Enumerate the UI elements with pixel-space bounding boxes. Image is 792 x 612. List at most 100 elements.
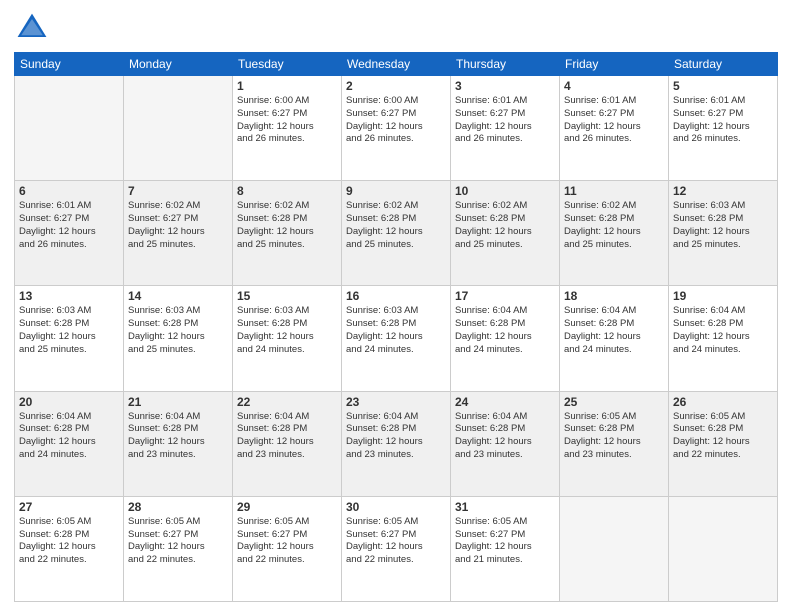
calendar-cell: 22 Sunrise: 6:04 AM Sunset: 6:28 PM Dayli… [233,391,342,496]
day-number: 15 [237,289,337,303]
day-number: 25 [564,395,664,409]
day-info: Sunrise: 6:05 AM Sunset: 6:28 PM Dayligh… [564,411,664,462]
calendar-cell: 30 Sunrise: 6:05 AM Sunset: 6:27 PM Dayli… [342,496,451,601]
day-info: Sunrise: 6:05 AM Sunset: 6:27 PM Dayligh… [346,516,446,567]
day-info: Sunrise: 6:05 AM Sunset: 6:27 PM Dayligh… [237,516,337,567]
calendar-cell [669,496,778,601]
day-number: 5 [673,79,773,93]
day-info: Sunrise: 6:05 AM Sunset: 6:27 PM Dayligh… [455,516,555,567]
calendar-cell: 18 Sunrise: 6:04 AM Sunset: 6:28 PM Dayli… [560,286,669,391]
calendar-cell: 19 Sunrise: 6:04 AM Sunset: 6:28 PM Dayli… [669,286,778,391]
day-info: Sunrise: 6:04 AM Sunset: 6:28 PM Dayligh… [455,305,555,356]
week-row-3: 13Sunrise: 6:03 AM Sunset: 6:28 PM Dayli… [15,286,778,391]
weekday-header-tuesday: Tuesday [233,53,342,76]
day-info: Sunrise: 6:04 AM Sunset: 6:28 PM Dayligh… [346,411,446,462]
day-info: Sunrise: 6:03 AM Sunset: 6:28 PM Dayligh… [673,200,773,251]
weekday-header-friday: Friday [560,53,669,76]
calendar-cell [560,496,669,601]
week-row-4: 20Sunrise: 6:04 AM Sunset: 6:28 PM Dayli… [15,391,778,496]
day-number: 22 [237,395,337,409]
day-info: Sunrise: 6:02 AM Sunset: 6:28 PM Dayligh… [346,200,446,251]
weekday-header-row: SundayMondayTuesdayWednesdayThursdayFrid… [15,53,778,76]
day-info: Sunrise: 6:04 AM Sunset: 6:28 PM Dayligh… [673,305,773,356]
calendar-cell: 15 Sunrise: 6:03 AM Sunset: 6:28 PM Dayli… [233,286,342,391]
day-number: 12 [673,184,773,198]
day-number: 1 [237,79,337,93]
day-info: Sunrise: 6:01 AM Sunset: 6:27 PM Dayligh… [19,200,119,251]
day-number: 29 [237,500,337,514]
calendar-cell: 31Sunrise: 6:05 AM Sunset: 6:27 PM Dayli… [451,496,560,601]
day-number: 30 [346,500,446,514]
calendar-cell [124,76,233,181]
day-info: Sunrise: 6:01 AM Sunset: 6:27 PM Dayligh… [455,95,555,146]
calendar-cell: 13Sunrise: 6:03 AM Sunset: 6:28 PM Dayli… [15,286,124,391]
calendar-cell: 24 Sunrise: 6:04 AM Sunset: 6:28 PM Dayli… [451,391,560,496]
day-number: 23 [346,395,446,409]
day-number: 7 [128,184,228,198]
day-number: 10 [455,184,555,198]
calendar-cell: 16 Sunrise: 6:03 AM Sunset: 6:28 PM Dayli… [342,286,451,391]
calendar-cell: 6 Sunrise: 6:01 AM Sunset: 6:27 PM Daylig… [15,181,124,286]
day-info: Sunrise: 6:01 AM Sunset: 6:27 PM Dayligh… [564,95,664,146]
day-number: 19 [673,289,773,303]
week-row-2: 6 Sunrise: 6:01 AM Sunset: 6:27 PM Daylig… [15,181,778,286]
calendar-table: SundayMondayTuesdayWednesdayThursdayFrid… [14,52,778,602]
day-number: 26 [673,395,773,409]
day-info: Sunrise: 6:04 AM Sunset: 6:28 PM Dayligh… [19,411,119,462]
calendar-cell: 29 Sunrise: 6:05 AM Sunset: 6:27 PM Dayli… [233,496,342,601]
day-number: 16 [346,289,446,303]
day-info: Sunrise: 6:02 AM Sunset: 6:27 PM Dayligh… [128,200,228,251]
day-info: Sunrise: 6:05 AM Sunset: 6:27 PM Dayligh… [128,516,228,567]
day-number: 2 [346,79,446,93]
day-info: Sunrise: 6:03 AM Sunset: 6:28 PM Dayligh… [19,305,119,356]
day-info: Sunrise: 6:03 AM Sunset: 6:28 PM Dayligh… [128,305,228,356]
day-number: 14 [128,289,228,303]
day-info: Sunrise: 6:03 AM Sunset: 6:28 PM Dayligh… [237,305,337,356]
day-number: 17 [455,289,555,303]
day-info: Sunrise: 6:04 AM Sunset: 6:28 PM Dayligh… [564,305,664,356]
day-number: 8 [237,184,337,198]
week-row-5: 27Sunrise: 6:05 AM Sunset: 6:28 PM Dayli… [15,496,778,601]
day-number: 28 [128,500,228,514]
day-info: Sunrise: 6:04 AM Sunset: 6:28 PM Dayligh… [455,411,555,462]
logo-icon [14,10,50,46]
calendar-cell: 11Sunrise: 6:02 AM Sunset: 6:28 PM Dayli… [560,181,669,286]
day-number: 24 [455,395,555,409]
day-number: 4 [564,79,664,93]
calendar-cell [15,76,124,181]
calendar-cell: 5 Sunrise: 6:01 AM Sunset: 6:27 PM Daylig… [669,76,778,181]
day-number: 3 [455,79,555,93]
day-number: 18 [564,289,664,303]
day-number: 6 [19,184,119,198]
day-info: Sunrise: 6:05 AM Sunset: 6:28 PM Dayligh… [673,411,773,462]
calendar-cell: 7 Sunrise: 6:02 AM Sunset: 6:27 PM Daylig… [124,181,233,286]
calendar-cell: 21Sunrise: 6:04 AM Sunset: 6:28 PM Dayli… [124,391,233,496]
logo [14,10,54,46]
calendar-cell: 9Sunrise: 6:02 AM Sunset: 6:28 PM Daylig… [342,181,451,286]
calendar-cell: 10Sunrise: 6:02 AM Sunset: 6:28 PM Dayli… [451,181,560,286]
calendar-cell: 12 Sunrise: 6:03 AM Sunset: 6:28 PM Dayli… [669,181,778,286]
calendar-cell: 20Sunrise: 6:04 AM Sunset: 6:28 PM Dayli… [15,391,124,496]
day-info: Sunrise: 6:00 AM Sunset: 6:27 PM Dayligh… [346,95,446,146]
calendar-cell: 14 Sunrise: 6:03 AM Sunset: 6:28 PM Dayli… [124,286,233,391]
week-row-1: 1 Sunrise: 6:00 AM Sunset: 6:27 PM Daylig… [15,76,778,181]
calendar-cell: 3 Sunrise: 6:01 AM Sunset: 6:27 PM Daylig… [451,76,560,181]
day-info: Sunrise: 6:01 AM Sunset: 6:27 PM Dayligh… [673,95,773,146]
day-info: Sunrise: 6:03 AM Sunset: 6:28 PM Dayligh… [346,305,446,356]
weekday-header-saturday: Saturday [669,53,778,76]
calendar-cell: 26 Sunrise: 6:05 AM Sunset: 6:28 PM Dayli… [669,391,778,496]
weekday-header-thursday: Thursday [451,53,560,76]
weekday-header-wednesday: Wednesday [342,53,451,76]
weekday-header-monday: Monday [124,53,233,76]
calendar-cell: 8 Sunrise: 6:02 AM Sunset: 6:28 PM Daylig… [233,181,342,286]
calendar-cell: 2 Sunrise: 6:00 AM Sunset: 6:27 PM Daylig… [342,76,451,181]
calendar-cell: 4 Sunrise: 6:01 AM Sunset: 6:27 PM Daylig… [560,76,669,181]
page: SundayMondayTuesdayWednesdayThursdayFrid… [0,0,792,612]
day-info: Sunrise: 6:00 AM Sunset: 6:27 PM Dayligh… [237,95,337,146]
header [14,10,778,46]
day-info: Sunrise: 6:02 AM Sunset: 6:28 PM Dayligh… [237,200,337,251]
weekday-header-sunday: Sunday [15,53,124,76]
day-number: 11 [564,184,664,198]
day-info: Sunrise: 6:04 AM Sunset: 6:28 PM Dayligh… [237,411,337,462]
calendar-cell: 23 Sunrise: 6:04 AM Sunset: 6:28 PM Dayli… [342,391,451,496]
